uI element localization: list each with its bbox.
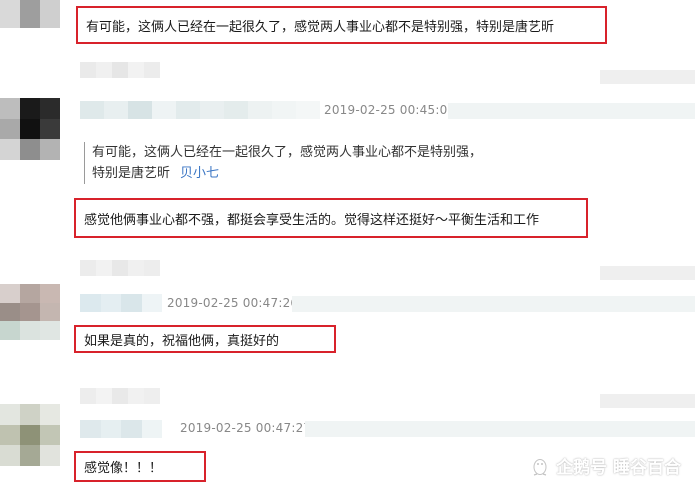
avatar[interactable] xyxy=(0,284,60,340)
comment-highlight-box: 有可能，这俩人已经在一起很久了，感觉两人事业心都不是特别强，特别是唐艺昕 xyxy=(76,6,607,44)
comment-highlight-box: 感觉他俩事业心都不强，都挺会享受生活的。觉得这样还挺好～平衡生活和工作 xyxy=(74,198,588,238)
watermark-text: 企鹅号 睡谷百合 xyxy=(556,458,681,478)
comment-text: 有可能，这俩人已经在一起很久了，感觉两人事业心都不是特别强，特别是唐艺昕 xyxy=(86,19,555,35)
username-blurred[interactable] xyxy=(80,101,320,119)
penguin-icon xyxy=(530,456,550,476)
comment-timestamp: 2019-02-25 00:47:27 xyxy=(180,421,312,435)
comment-text: 感觉像！！！ xyxy=(84,461,163,476)
quote-author-link[interactable]: 贝小七 xyxy=(180,166,219,181)
watermark: 企鹅号 睡谷百合 xyxy=(530,453,681,478)
quote-line: 有可能，这俩人已经在一起很久了，感觉两人事业心都不是特别强， xyxy=(92,145,483,160)
header-strip xyxy=(292,296,695,312)
comment-timestamp: 2019-02-25 00:47:26 xyxy=(167,296,299,310)
comment-text: 感觉他俩事业心都不强，都挺会享受生活的。觉得这样还挺好～平衡生活和工作 xyxy=(84,212,540,228)
quote-line: 特别是唐艺昕 xyxy=(92,166,171,181)
blurred-header-strip xyxy=(600,394,695,408)
header-strip xyxy=(305,421,695,437)
comment-highlight-box: 感觉像！！！ xyxy=(74,451,206,482)
username-blurred[interactable] xyxy=(80,294,162,312)
username-blurred xyxy=(80,62,160,78)
username-blurred xyxy=(80,388,160,404)
avatar[interactable] xyxy=(0,98,60,160)
username-blurred xyxy=(80,260,160,276)
header-strip xyxy=(448,103,695,119)
username-blurred[interactable] xyxy=(80,420,162,438)
comment-timestamp: 2019-02-25 00:45:09 xyxy=(324,103,456,117)
comment-highlight-box: 如果是真的，祝福他俩，真挺好的 xyxy=(74,325,336,353)
comment-text: 如果是真的，祝福他俩，真挺好的 xyxy=(84,333,280,349)
avatar[interactable] xyxy=(0,404,60,466)
quoted-reply: 有可能，这俩人已经在一起很久了，感觉两人事业心都不是特别强， 特别是唐艺昕 贝小七 xyxy=(84,142,482,184)
blurred-header-strip xyxy=(600,70,695,84)
avatar xyxy=(0,0,60,28)
blurred-header-strip xyxy=(600,266,695,280)
